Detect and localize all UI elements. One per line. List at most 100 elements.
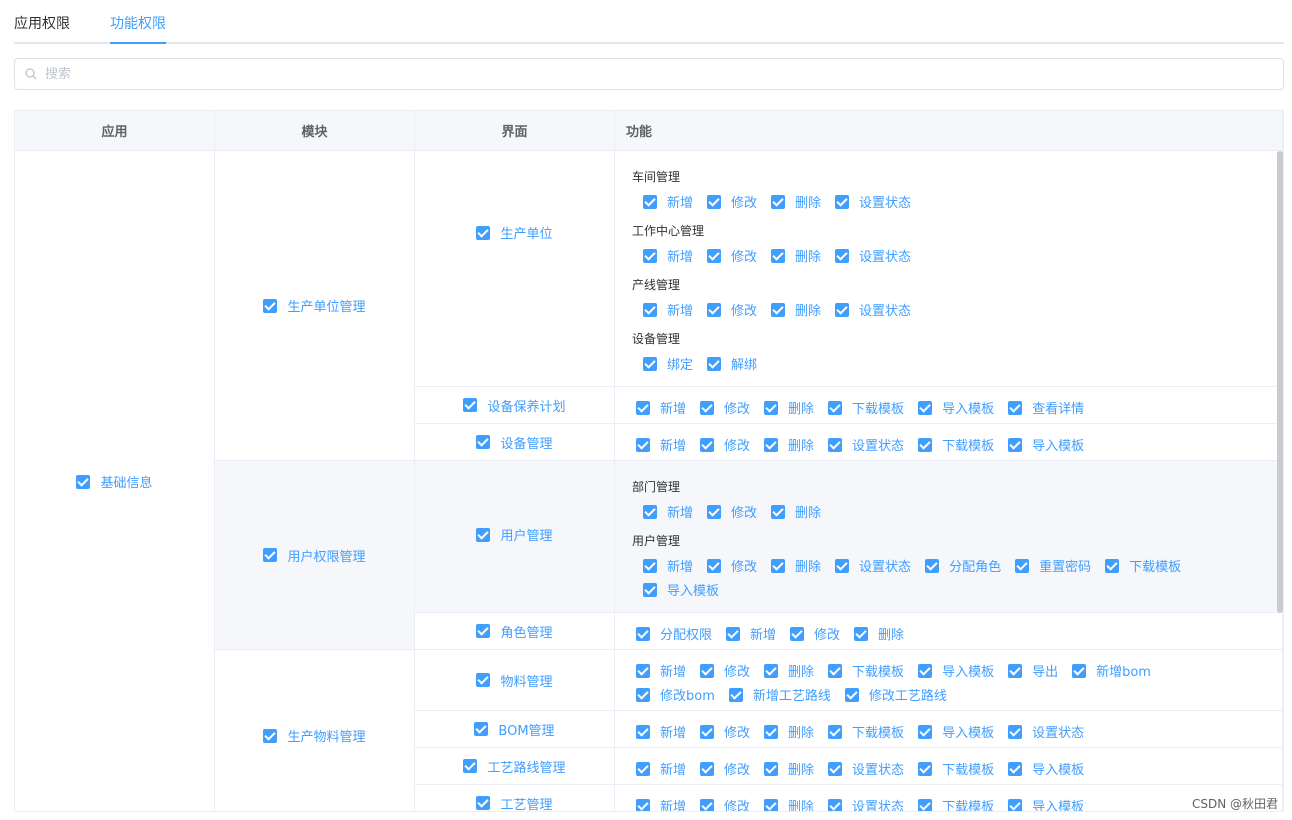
- function-label: 下载模板: [852, 402, 905, 417]
- function-checkbox[interactable]: 下载模板: [918, 759, 994, 778]
- function-checkbox[interactable]: 删除: [771, 192, 821, 211]
- function-checkbox[interactable]: 设置状态: [835, 246, 911, 265]
- checkbox-icon: [700, 663, 715, 678]
- function-checkbox[interactable]: 下载模板: [918, 435, 994, 454]
- function-checkbox[interactable]: 删除: [764, 796, 814, 811]
- function-checkbox[interactable]: 导入模板: [1008, 435, 1084, 454]
- function-checkbox[interactable]: 删除: [764, 435, 814, 454]
- function-checkbox[interactable]: 新增: [643, 192, 693, 211]
- function-checkbox[interactable]: 删除: [771, 300, 821, 319]
- function-checkbox[interactable]: 导入模板: [643, 580, 719, 599]
- page-checkbox[interactable]: 设备管理: [476, 433, 553, 452]
- function-checkbox[interactable]: 查看详情: [1008, 398, 1084, 417]
- function-checkbox[interactable]: 删除: [764, 661, 814, 680]
- function-checkbox[interactable]: 新增: [726, 624, 776, 643]
- function-checkbox[interactable]: 新增: [636, 661, 686, 680]
- function-checkbox[interactable]: 修改: [790, 624, 840, 643]
- function-checkbox[interactable]: 设置状态: [835, 556, 911, 575]
- function-checkbox[interactable]: 删除: [771, 502, 821, 521]
- search-icon: [25, 68, 37, 80]
- function-checkbox[interactable]: 下载模板: [828, 398, 904, 417]
- function-checkbox[interactable]: 删除: [764, 722, 814, 741]
- function-checkbox[interactable]: 删除: [764, 759, 814, 778]
- function-checkbox[interactable]: 下载模板: [918, 796, 994, 811]
- function-checkbox[interactable]: 重置密码: [1015, 556, 1091, 575]
- page-checkbox[interactable]: 工艺路线管理: [463, 757, 566, 776]
- function-checkbox[interactable]: 修改: [707, 192, 757, 211]
- function-checkbox[interactable]: 修改: [700, 398, 750, 417]
- checkbox-icon: [1008, 400, 1023, 415]
- function-checkbox[interactable]: 下载模板: [1105, 556, 1181, 575]
- header-page: 界面: [415, 111, 615, 151]
- page-checkbox[interactable]: 物料管理: [476, 671, 553, 690]
- function-checkbox[interactable]: 修改: [700, 661, 750, 680]
- function-checkbox[interactable]: 新增工艺路线: [728, 685, 831, 704]
- function-checkbox[interactable]: 新增: [643, 556, 693, 575]
- checkbox-icon: [643, 194, 657, 209]
- function-checkbox[interactable]: 导入模板: [1008, 796, 1084, 811]
- function-checkbox[interactable]: 修改: [700, 435, 750, 454]
- function-checkbox[interactable]: 修改: [700, 722, 750, 741]
- function-checkbox[interactable]: 新增: [643, 300, 693, 319]
- function-checkbox[interactable]: 设置状态: [1008, 722, 1084, 741]
- page-checkbox[interactable]: 工艺管理: [476, 794, 553, 811]
- function-checkbox[interactable]: 修改: [700, 796, 750, 811]
- page-checkbox[interactable]: 用户管理: [476, 525, 553, 544]
- function-checkbox[interactable]: 新增: [643, 502, 693, 521]
- function-checkbox[interactable]: 导入模板: [918, 661, 994, 680]
- function-checkbox[interactable]: 导入模板: [1008, 759, 1084, 778]
- function-checkbox[interactable]: 删除: [771, 556, 821, 575]
- function-checkbox[interactable]: 新增: [636, 435, 686, 454]
- function-checkbox[interactable]: 下载模板: [828, 661, 904, 680]
- search-input[interactable]: [45, 59, 1245, 89]
- function-checkbox[interactable]: 修改: [707, 300, 757, 319]
- module-checkbox[interactable]: 生产物料管理: [263, 726, 366, 745]
- checkbox-icon: [726, 626, 741, 641]
- function-label: 删除: [788, 402, 815, 417]
- function-checkbox[interactable]: 设置状态: [828, 759, 904, 778]
- page-checkbox[interactable]: BOM管理: [474, 720, 555, 739]
- checkbox-icon: [771, 194, 786, 209]
- function-checkbox[interactable]: 设置状态: [835, 300, 911, 319]
- function-checkbox[interactable]: 修改: [707, 246, 757, 265]
- function-checkbox[interactable]: 新增: [636, 796, 686, 811]
- function-checkbox[interactable]: 修改: [707, 556, 757, 575]
- tab-function-permission[interactable]: 功能权限: [110, 14, 166, 34]
- function-checkbox[interactable]: 修改bom: [636, 685, 715, 704]
- page-checkbox[interactable]: 生产单位: [476, 223, 553, 242]
- function-checkbox[interactable]: 删除: [854, 624, 904, 643]
- function-checkbox[interactable]: 分配权限: [636, 624, 712, 643]
- function-checkbox[interactable]: 新增bom: [1072, 661, 1151, 680]
- function-checkbox[interactable]: 新增: [636, 398, 686, 417]
- module-checkbox[interactable]: 用户权限管理: [263, 546, 366, 565]
- module-checkbox[interactable]: 生产单位管理: [263, 296, 366, 315]
- function-checkbox[interactable]: 删除: [764, 398, 814, 417]
- checkbox-icon: [1105, 558, 1120, 573]
- checkbox-icon: [636, 437, 650, 452]
- function-checkbox[interactable]: 删除: [771, 246, 821, 265]
- page-checkbox[interactable]: 角色管理: [476, 622, 553, 641]
- function-checkbox[interactable]: 新增: [636, 722, 686, 741]
- function-checkbox[interactable]: 设置状态: [835, 192, 911, 211]
- checkbox-icon: [918, 724, 933, 739]
- function-checkbox[interactable]: 新增: [636, 759, 686, 778]
- function-checkbox[interactable]: 修改: [700, 759, 750, 778]
- scrollbar[interactable]: [1277, 151, 1283, 613]
- function-checkbox[interactable]: 绑定: [643, 354, 693, 373]
- function-checkbox[interactable]: 修改: [707, 502, 757, 521]
- checkbox-icon: [835, 302, 850, 317]
- function-checkbox[interactable]: 下载模板: [828, 722, 904, 741]
- function-checkbox[interactable]: 设置状态: [828, 796, 904, 811]
- function-checkbox[interactable]: 新增: [643, 246, 693, 265]
- tab-app-permission[interactable]: 应用权限: [14, 14, 70, 34]
- function-checkbox[interactable]: 导入模板: [918, 398, 994, 417]
- app-checkbox[interactable]: 基础信息: [76, 472, 153, 491]
- page-checkbox[interactable]: 设备保养计划: [463, 396, 566, 415]
- function-checkbox[interactable]: 导入模板: [918, 722, 994, 741]
- function-checkbox[interactable]: 分配角色: [925, 556, 1001, 575]
- search-box: [14, 58, 1284, 90]
- function-checkbox[interactable]: 设置状态: [828, 435, 904, 454]
- function-checkbox[interactable]: 修改工艺路线: [844, 685, 947, 704]
- function-checkbox[interactable]: 解绑: [707, 354, 757, 373]
- function-checkbox[interactable]: 导出: [1008, 661, 1058, 680]
